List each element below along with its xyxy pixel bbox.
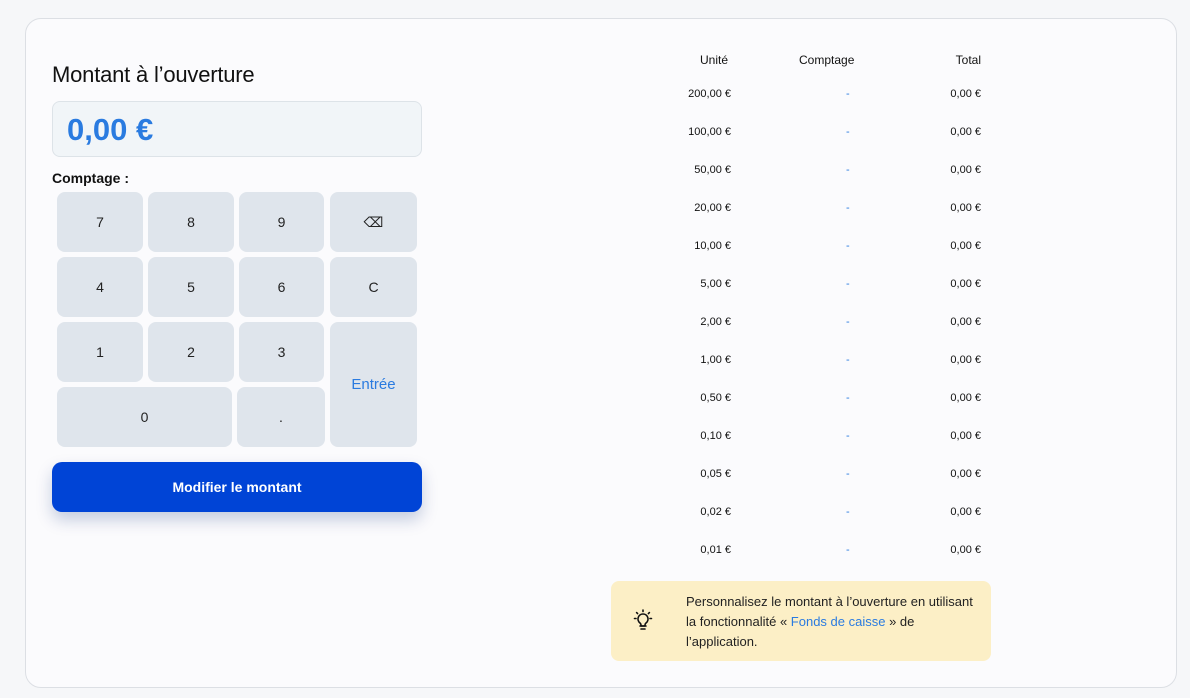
modify-amount-button[interactable]: Modifier le montant bbox=[52, 462, 422, 512]
key-4[interactable]: 4 bbox=[57, 257, 143, 317]
key-5[interactable]: 5 bbox=[148, 257, 234, 317]
unit-cell: 2,00 € bbox=[700, 316, 731, 328]
header-unit: Unité bbox=[699, 53, 728, 67]
header-count: Comptage bbox=[799, 53, 855, 67]
count-cell[interactable]: - bbox=[846, 392, 850, 404]
unit-cell: 0,01 € bbox=[700, 544, 731, 556]
comptage-label: Comptage : bbox=[52, 170, 129, 186]
count-cell[interactable]: - bbox=[846, 240, 850, 252]
key-9[interactable]: 9 bbox=[239, 192, 324, 252]
backspace-icon: ⌫ bbox=[363, 213, 384, 230]
key-2[interactable]: 2 bbox=[148, 322, 234, 382]
count-cell[interactable]: - bbox=[846, 126, 850, 138]
header-total: Total bbox=[955, 53, 981, 67]
amount-value: 0,00 € bbox=[67, 112, 154, 147]
lightbulb-icon bbox=[633, 609, 653, 630]
unit-cell: 200,00 € bbox=[688, 88, 731, 100]
backspace-key[interactable]: ⌫ bbox=[330, 192, 417, 252]
count-cell[interactable]: - bbox=[846, 430, 850, 442]
count-cell[interactable]: - bbox=[846, 278, 850, 290]
unit-cell: 0,05 € bbox=[700, 468, 731, 480]
total-cell: 0,00 € bbox=[950, 126, 981, 138]
key-dot[interactable]: . bbox=[237, 387, 325, 447]
unit-cell: 0,10 € bbox=[700, 430, 731, 442]
unit-cell: 100,00 € bbox=[688, 126, 731, 138]
key-6[interactable]: 6 bbox=[239, 257, 324, 317]
unit-cell: 0,02 € bbox=[700, 506, 731, 518]
unit-cell: 5,00 € bbox=[700, 278, 731, 290]
unit-cell: 20,00 € bbox=[694, 202, 731, 214]
count-cell[interactable]: - bbox=[846, 88, 850, 100]
count-cell[interactable]: - bbox=[846, 468, 850, 480]
fonds-de-caisse-link[interactable]: Fonds de caisse bbox=[791, 614, 886, 629]
unit-cell: 50,00 € bbox=[694, 164, 731, 176]
total-cell: 0,00 € bbox=[950, 506, 981, 518]
count-cell[interactable]: - bbox=[846, 164, 850, 176]
total-cell: 0,00 € bbox=[950, 164, 981, 176]
count-cell[interactable]: - bbox=[846, 544, 850, 556]
total-cell: 0,00 € bbox=[950, 240, 981, 252]
tip-box: Personnalisez le montant à l’ouverture e… bbox=[611, 581, 991, 661]
total-cell: 0,00 € bbox=[950, 468, 981, 480]
clear-key[interactable]: C bbox=[330, 257, 417, 317]
count-cell[interactable]: - bbox=[846, 202, 850, 214]
key-1[interactable]: 1 bbox=[57, 322, 143, 382]
amount-display: 0,00 € bbox=[52, 101, 422, 157]
key-0[interactable]: 0 bbox=[57, 387, 232, 447]
count-cell[interactable]: - bbox=[846, 354, 850, 366]
tip-text: Personnalisez le montant à l’ouverture e… bbox=[686, 592, 976, 652]
total-cell: 0,00 € bbox=[950, 544, 981, 556]
page-title: Montant à l’ouverture bbox=[52, 62, 255, 87]
total-cell: 0,00 € bbox=[950, 392, 981, 404]
unit-cell: 1,00 € bbox=[700, 354, 731, 366]
count-cell[interactable]: - bbox=[846, 506, 850, 518]
unit-cell: 0,50 € bbox=[700, 392, 731, 404]
key-3[interactable]: 3 bbox=[239, 322, 324, 382]
total-cell: 0,00 € bbox=[950, 202, 981, 214]
count-cell[interactable]: - bbox=[846, 316, 850, 328]
total-cell: 0,00 € bbox=[950, 278, 981, 290]
total-cell: 0,00 € bbox=[950, 88, 981, 100]
unit-cell: 10,00 € bbox=[694, 240, 731, 252]
key-7[interactable]: 7 bbox=[57, 192, 143, 252]
total-cell: 0,00 € bbox=[950, 430, 981, 442]
total-cell: 0,00 € bbox=[950, 316, 981, 328]
enter-key[interactable]: Entrée bbox=[330, 322, 417, 447]
total-cell: 0,00 € bbox=[950, 354, 981, 366]
key-8[interactable]: 8 bbox=[148, 192, 234, 252]
